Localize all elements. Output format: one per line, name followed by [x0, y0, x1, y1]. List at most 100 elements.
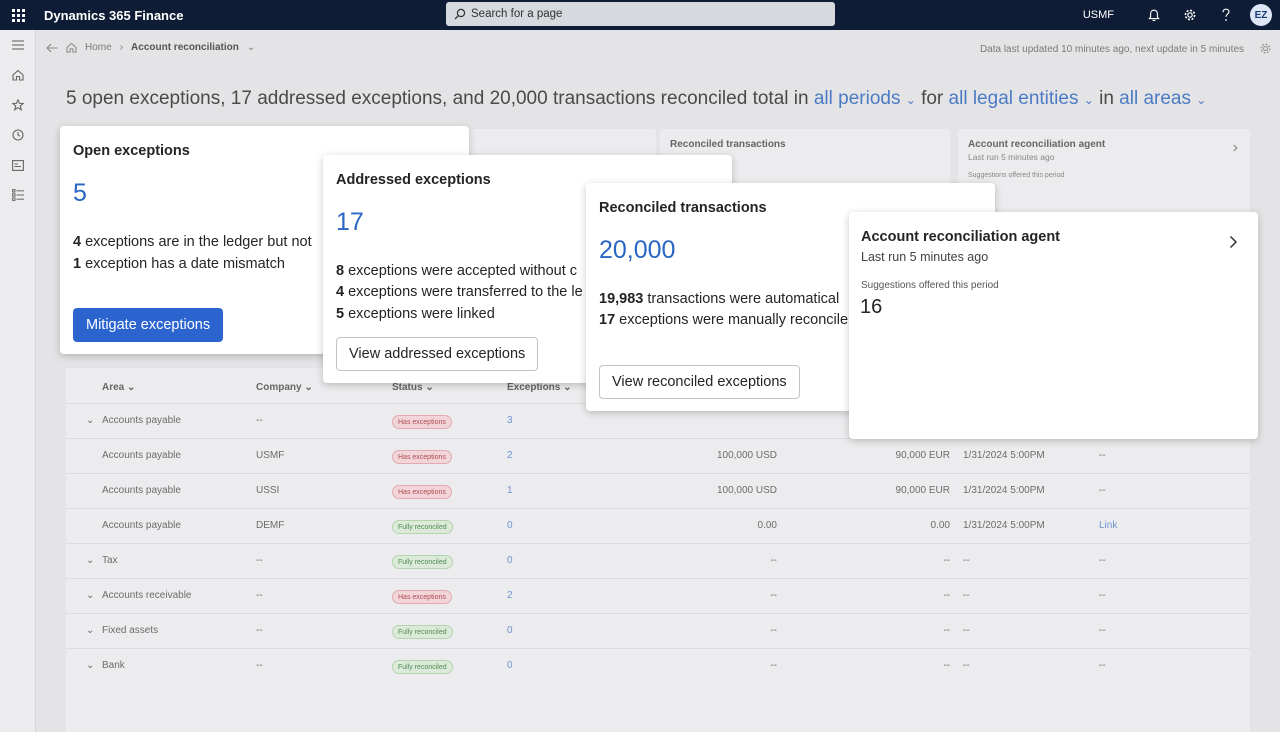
- top-bar: Dynamics 365 Finance Search for a page U…: [0, 0, 1280, 30]
- table-row[interactable]: ⌄ Bank -- Fully reconciled 0 -- -- -- --: [66, 648, 1250, 683]
- search-input[interactable]: Search for a page: [446, 2, 835, 26]
- avatar[interactable]: EZ: [1250, 4, 1272, 26]
- bell-icon: [1148, 9, 1160, 21]
- cell-date: 1/31/2024 5:00PM: [963, 485, 1045, 496]
- headline-in: in: [1099, 88, 1114, 109]
- addressed-detail-line-2: 4 exceptions were transferred to the le: [336, 284, 583, 300]
- cell-company: USMF: [256, 450, 285, 461]
- table-row[interactable]: ⌄ Accounts receivable -- Has exceptions 2 -- -…: [66, 578, 1250, 613]
- chevron-down-icon[interactable]: ⌄: [86, 555, 94, 566]
- breadcrumb-current[interactable]: Account reconciliation: [131, 42, 239, 53]
- cell-link: --: [1099, 625, 1106, 636]
- nav-workspaces-button[interactable]: [0, 150, 36, 180]
- app-title[interactable]: Dynamics 365 Finance: [44, 8, 183, 23]
- column-header-area[interactable]: Area ⌄: [102, 382, 135, 393]
- breadcrumb-home[interactable]: Home: [85, 42, 112, 53]
- search-placeholder: Search for a page: [471, 8, 563, 20]
- notifications-button[interactable]: [1136, 0, 1172, 30]
- cell-date: --: [963, 555, 970, 566]
- addressed-detail-line-3: 5 exceptions were linked: [336, 306, 495, 322]
- back-arrow-icon[interactable]: [46, 43, 58, 53]
- hamburger-menu-button[interactable]: [0, 30, 36, 60]
- column-header-exceptions[interactable]: Exceptions ⌄: [507, 382, 572, 393]
- table-row[interactable]: ⌄ Fixed assets -- Fully reconciled 0 -- -- -- --: [66, 613, 1250, 648]
- company-selector[interactable]: USMF: [1083, 9, 1114, 21]
- table-row[interactable]: ⌄ Tax -- Fully reconciled 0 -- -- -- --: [66, 543, 1250, 578]
- nav-modules-button[interactable]: [0, 180, 36, 210]
- bg-card-label: Suggestions offered this period: [968, 172, 1065, 179]
- cell-amount-1: --: [770, 625, 777, 636]
- cell-amount-2: --: [943, 660, 950, 671]
- view-addressed-exceptions-button[interactable]: View addressed exceptions: [336, 337, 539, 371]
- status-badge: Fully reconciled: [392, 625, 453, 639]
- list-icon: [12, 189, 24, 201]
- view-reconciled-exceptions-button[interactable]: View reconciled exceptions: [599, 365, 800, 399]
- mitigate-exceptions-button[interactable]: Mitigate exceptions: [73, 308, 224, 342]
- card-reconciliation-agent[interactable]: Account reconciliation agent Last run 5 …: [849, 212, 1258, 439]
- chevron-down-icon[interactable]: ⌄: [86, 660, 94, 671]
- page-settings-button[interactable]: [1259, 42, 1272, 60]
- agent-suggestions-count: 16: [860, 296, 883, 318]
- chevron-down-icon[interactable]: ⌄: [86, 590, 94, 601]
- app-launcher-button[interactable]: [0, 0, 36, 30]
- cell-amount-1: 0.00: [757, 520, 777, 531]
- cell-area: Fixed assets: [102, 625, 159, 636]
- chevron-down-icon[interactable]: ⌄: [86, 625, 94, 636]
- status-badge: Has exceptions: [392, 590, 452, 604]
- cell-link: --: [1099, 485, 1106, 496]
- table-row[interactable]: Accounts payable USSI Has exceptions 1 100,0…: [66, 473, 1250, 508]
- area-filter[interactable]: all areas ⌄: [1119, 88, 1206, 109]
- chevron-down-icon: ⌄: [905, 93, 916, 107]
- cell-amount-1: --: [770, 660, 777, 671]
- status-badge: Has exceptions: [392, 450, 452, 464]
- table-row[interactable]: Accounts payable DEMF Fully reconciled 0 0.0…: [66, 508, 1250, 543]
- exceptions-link[interactable]: 0: [507, 520, 513, 531]
- exceptions-link[interactable]: 0: [507, 660, 513, 671]
- reconciled-detail-line-2: 17 exceptions were manually reconcile: [599, 312, 849, 328]
- exceptions-link[interactable]: 2: [507, 590, 513, 601]
- home-icon: [66, 42, 77, 53]
- help-button[interactable]: [1208, 0, 1244, 30]
- entity-filter[interactable]: all legal entities ⌄: [949, 88, 1094, 109]
- cell-amount-2: --: [943, 625, 950, 636]
- nav-home-button[interactable]: [0, 60, 36, 90]
- column-header-company[interactable]: Company ⌄: [256, 382, 313, 393]
- cell-area: Accounts payable: [102, 450, 181, 461]
- open-exceptions-count: 5: [73, 179, 87, 207]
- table-row[interactable]: Accounts payable USMF Has exceptions 2 100,0…: [66, 438, 1250, 473]
- status-badge: Fully reconciled: [392, 555, 453, 569]
- exceptions-link[interactable]: 0: [507, 555, 513, 566]
- headline-for: for: [921, 88, 944, 109]
- chevron-right-icon[interactable]: ›: [1233, 139, 1238, 157]
- chevron-right-icon[interactable]: [1229, 235, 1238, 249]
- cell-date: 1/31/2024 5:00PM: [963, 450, 1045, 461]
- column-header-status[interactable]: Status ⌄: [392, 382, 434, 393]
- hamburger-icon: [12, 40, 24, 50]
- chevron-down-icon: ⌄: [1196, 93, 1207, 107]
- cell-link: --: [1099, 555, 1106, 566]
- status-badge: Has exceptions: [392, 485, 452, 499]
- exceptions-link[interactable]: 1: [507, 485, 513, 496]
- settings-button[interactable]: [1172, 0, 1208, 30]
- cell-amount-2: --: [943, 590, 950, 601]
- exceptions-link[interactable]: 0: [507, 625, 513, 636]
- gear-icon: [1260, 43, 1271, 54]
- entity-filter-label: all legal entities: [948, 88, 1079, 109]
- nav-recent-button[interactable]: [0, 120, 36, 150]
- cell-company: --: [256, 555, 263, 566]
- cell-company: --: [256, 660, 263, 671]
- headline-text: 5 open exceptions, 17 addressed exceptio…: [66, 88, 809, 109]
- exceptions-link[interactable]: 3: [507, 415, 513, 426]
- period-filter[interactable]: all periods ⌄: [814, 88, 916, 109]
- exceptions-link[interactable]: 2: [507, 450, 513, 461]
- chevron-down-icon[interactable]: ⌄: [247, 42, 255, 53]
- nav-favorites-button[interactable]: [0, 90, 36, 120]
- cell-date: 1/31/2024 5:00PM: [963, 520, 1045, 531]
- cell-amount-1: --: [770, 555, 777, 566]
- status-badge: Has exceptions: [392, 415, 452, 429]
- cell-link[interactable]: Link: [1099, 520, 1117, 531]
- chevron-down-icon[interactable]: ⌄: [86, 415, 94, 426]
- cell-company: --: [256, 590, 263, 601]
- cell-link: --: [1099, 660, 1106, 671]
- workspace-icon: [12, 159, 24, 171]
